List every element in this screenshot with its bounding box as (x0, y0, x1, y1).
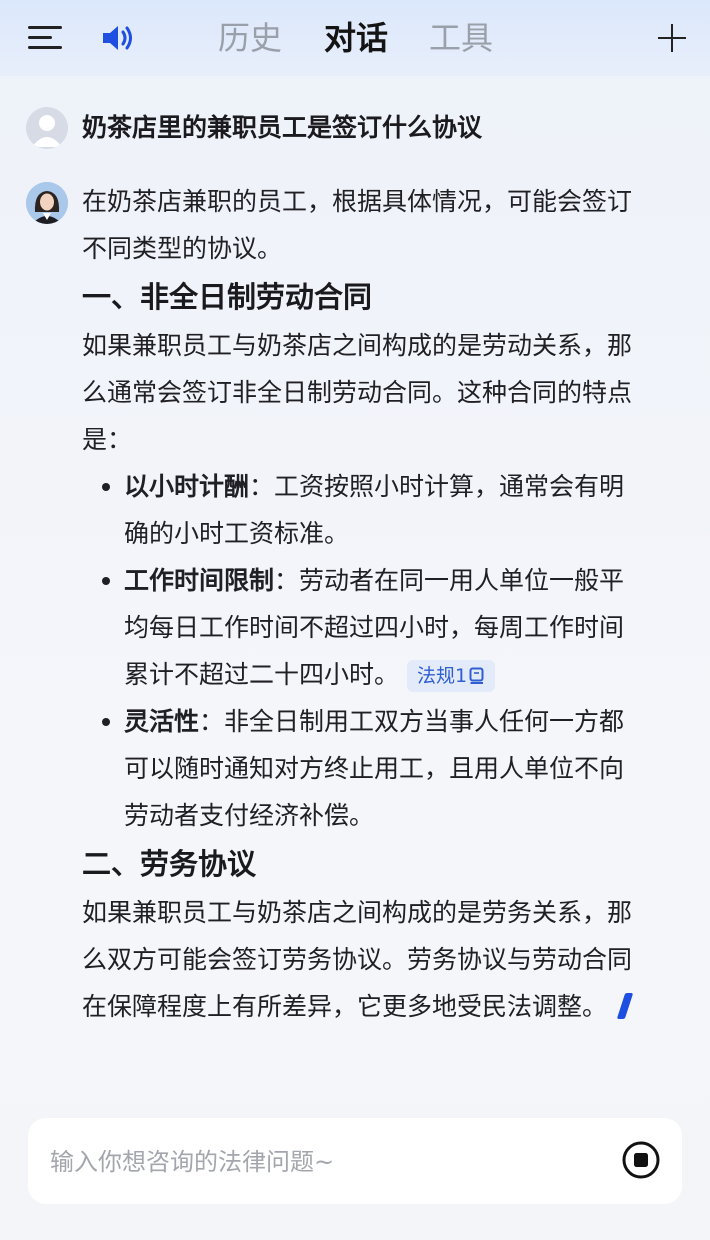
law-reference-tag[interactable]: 法规1 (407, 660, 496, 692)
bullet-dot (102, 718, 110, 726)
bullet-list: 以小时计酬：工资按照小时计算，通常会有明 确的小时工资标准。 工作时间限制：劳动… (82, 463, 682, 839)
chat-input-box (28, 1118, 682, 1204)
speaker-icon[interactable] (100, 22, 136, 54)
bullet-term: 灵活性 (124, 707, 200, 736)
bullet-dot (102, 483, 110, 491)
tab-tools[interactable]: 工具 (429, 16, 493, 60)
user-question: 奶茶店里的兼职员工是签订什么协议 (82, 113, 483, 142)
tab-chat[interactable]: 对话 (324, 16, 388, 60)
section-heading: 一、非全日制劳动合同 (82, 280, 373, 314)
user-avatar (26, 107, 68, 149)
tab-history[interactable]: 历史 (218, 16, 282, 60)
section-paragraph: 如果兼职员工与奶茶店之间构成的是劳动关系，那 么通常会签订非全日制劳动合同。这种… (82, 331, 633, 454)
book-icon (469, 667, 484, 684)
question-input[interactable] (48, 1138, 592, 1186)
section-paragraph: 如果兼职员工与奶茶店之间构成的是劳务关系，那 么双方可能会签订劳务协议。劳务协议… (82, 898, 634, 1021)
answer-intro: 在奶茶店兼职的员工，根据具体情况，可能会签订 不同类型的协议。 (82, 187, 633, 263)
assistant-answer: 在奶茶店兼职的员工，根据具体情况，可能会签订 不同类型的协议。 一、非全日制劳动… (82, 178, 682, 1030)
menu-icon[interactable] (28, 24, 62, 52)
list-item: 工作时间限制：劳动者在同一用人单位一般平 均每日工作时间不超过四小时，每周工作时… (102, 557, 682, 698)
typing-cursor (616, 993, 634, 1019)
section-heading: 二、劳务协议 (82, 847, 257, 881)
bullet-term: 工作时间限制 (124, 566, 275, 595)
bullet-dot (102, 577, 110, 585)
chat-area: 奶茶店里的兼职员工是签订什么协议 在奶茶店兼职的员工，根据具体情况，可能会签订 … (0, 76, 710, 1240)
bullet-term: 以小时计酬 (124, 472, 250, 501)
plus-icon[interactable] (658, 24, 686, 52)
assistant-avatar (26, 182, 68, 224)
list-item: 以小时计酬：工资按照小时计算，通常会有明 确的小时工资标准。 (102, 463, 682, 557)
top-bar: 历史 对话 工具 (0, 0, 710, 76)
stop-icon (622, 1141, 660, 1179)
stop-button[interactable] (620, 1139, 662, 1181)
list-item: 灵活性：非全日制用工双方当事人任何一方都 可以随时通知对方终止用工，且用人单位不… (102, 698, 682, 839)
